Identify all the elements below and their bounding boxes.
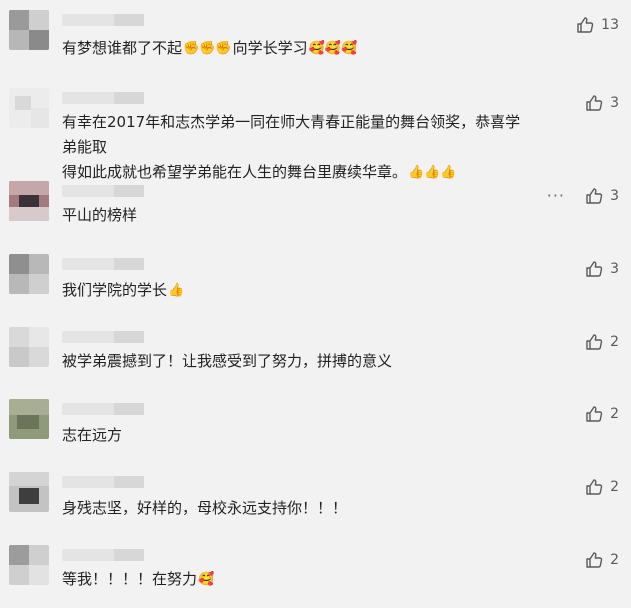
comment-text: 平山的榜样 — [62, 206, 138, 224]
thumbs-up-outline-icon — [586, 334, 603, 350]
nickname-blurred[interactable] — [62, 14, 144, 26]
thumbs-up-outline-icon — [577, 17, 594, 33]
comment-text: 我们学院的学长👍 — [62, 278, 532, 303]
comment-text-part: 有梦想谁都了不起 — [62, 39, 183, 57]
like-count: 3 — [610, 95, 619, 111]
like-button[interactable]: 3 — [585, 260, 619, 278]
comment-text: 等我！！！！在努力🥰 — [62, 567, 532, 592]
nickname-blurred[interactable] — [62, 331, 144, 343]
like-count: 2 — [610, 406, 619, 422]
like-count: 2 — [610, 479, 619, 495]
like-button[interactable]: 2 — [585, 478, 619, 496]
like-count: 2 — [610, 552, 619, 568]
avatar[interactable] — [9, 327, 49, 367]
nickname-blurred[interactable] — [62, 549, 144, 561]
comment-text: 被学弟震撼到了！让我感受到了努力，拼搏的意义 — [62, 352, 393, 370]
comment-text-line: 得如此成就也希望学弟能在人生的舞台里赓续华章。👍👍👍 — [62, 160, 532, 185]
like-button[interactable]: 13 — [576, 16, 619, 34]
nickname-blurred[interactable] — [62, 476, 144, 488]
thumbs-up-outline-icon — [586, 95, 603, 111]
comment-text: 有梦想谁都了不起✊✊✊向学长学习🥰🥰🥰 — [62, 36, 532, 61]
avatar[interactable] — [9, 88, 49, 128]
like-count: 13 — [601, 17, 619, 33]
avatar[interactable] — [9, 181, 49, 221]
thumbs-up-outline-icon — [586, 261, 603, 277]
thumbs-up-outline-icon — [586, 188, 603, 204]
more-dots-icon[interactable]: ··· — [547, 188, 565, 204]
smile-emoji: 🥰🥰🥰 — [308, 41, 358, 56]
avatar[interactable] — [9, 545, 49, 585]
avatar[interactable] — [9, 399, 49, 439]
thumbs-up-outline-icon — [586, 406, 603, 422]
comment-text-part: 得如此成就也希望学弟能在人生的舞台里赓续华章。 — [62, 163, 408, 181]
comment-text: 身残志坚，好样的，母校永远支持你！！！ — [62, 499, 348, 517]
nickname-blurred[interactable] — [62, 185, 144, 197]
avatar[interactable] — [9, 472, 49, 512]
like-button[interactable]: 2 — [585, 551, 619, 569]
like-button[interactable]: 3 — [585, 187, 619, 205]
like-button[interactable]: 2 — [585, 333, 619, 351]
fist-emoji: ✊✊✊ — [183, 41, 232, 56]
like-count: 3 — [610, 188, 619, 204]
like-count: 3 — [610, 261, 619, 277]
like-button[interactable]: 2 — [585, 405, 619, 423]
smile-emoji: 🥰 — [198, 572, 215, 587]
thumbs-up-emoji: 👍 — [168, 283, 185, 298]
avatar[interactable] — [9, 254, 49, 294]
nickname-blurred[interactable] — [62, 92, 144, 104]
comment-text-part: 向学长学习 — [232, 39, 308, 57]
comment-text-part: 等我！！！！在努力 — [62, 570, 198, 588]
like-count: 2 — [610, 334, 619, 350]
comment-text-part: 我们学院的学长 — [62, 281, 168, 299]
comment-text: 有幸在2017年和志杰学弟一同在师大青春正能量的舞台领奖，恭喜学弟能取 得如此成… — [62, 110, 532, 185]
nickname-blurred[interactable] — [62, 258, 144, 270]
like-button[interactable]: 3 — [585, 94, 619, 112]
nickname-blurred[interactable] — [62, 403, 144, 415]
thumbs-up-emoji: 👍👍👍 — [408, 165, 457, 180]
comment-list: 有梦想谁都了不起✊✊✊向学长学习🥰🥰🥰 13 有幸在2017年和志杰学弟一同在师… — [0, 0, 631, 608]
thumbs-up-outline-icon — [586, 479, 603, 495]
comment-text: 志在远方 — [62, 426, 123, 444]
avatar[interactable] — [9, 10, 49, 50]
thumbs-up-outline-icon — [586, 552, 603, 568]
comment-text-line: 有幸在2017年和志杰学弟一同在师大青春正能量的舞台领奖，恭喜学弟能取 — [62, 113, 521, 156]
